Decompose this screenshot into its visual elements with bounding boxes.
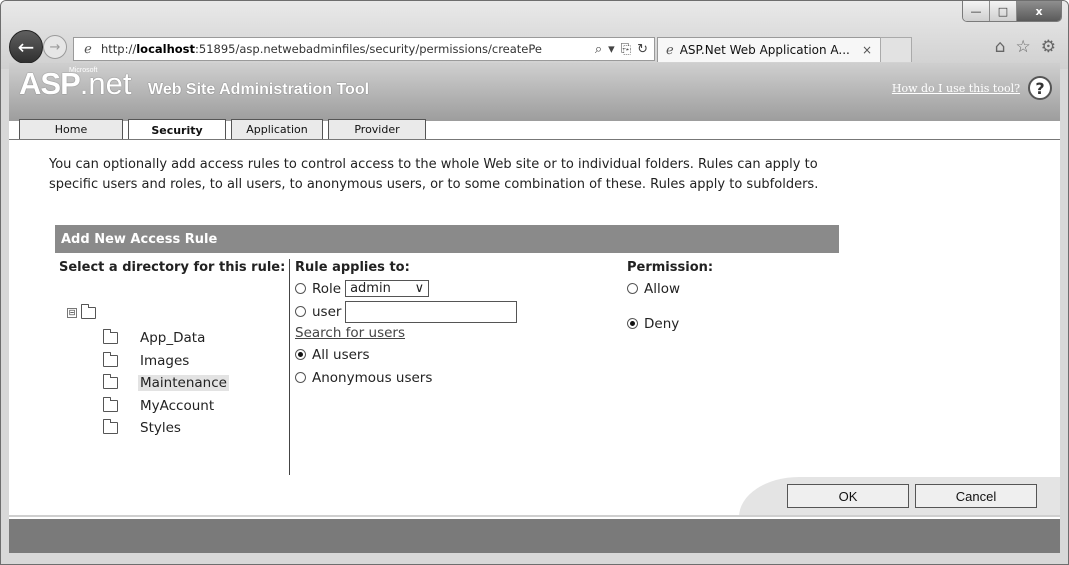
folder-label: App_Data <box>140 330 206 347</box>
address-tools: ⌕ ▾ ⎘ ↻ <box>595 42 654 57</box>
rule-column: Rule applies to: Role admin ∨ user Search… <box>295 259 615 389</box>
logo-microsoft: Microsoft <box>69 67 98 74</box>
tab-divider <box>9 139 1060 140</box>
favorites-star-icon[interactable]: ☆ <box>1016 37 1031 57</box>
footer-bar <box>9 519 1060 553</box>
arrow-right-icon: → <box>49 39 61 55</box>
directory-title: Select a directory for this rule: <box>59 260 286 275</box>
compatibility-view-icon[interactable]: ⎘ <box>621 42 631 57</box>
directory-column: Select a directory for this rule: ⊟ App_… <box>55 259 290 475</box>
admin-tabs: Home Security Application Provider <box>19 119 426 140</box>
chevron-down-icon: ∨ <box>414 281 425 296</box>
folder-label: Styles <box>140 420 181 437</box>
collapse-icon[interactable]: ⊟ <box>67 308 77 318</box>
deny-radio[interactable] <box>627 318 638 329</box>
allow-label: Allow <box>644 280 681 297</box>
intro-text: You can optionally add access rules to c… <box>49 157 819 192</box>
app-title: Web Site Administration Tool <box>148 81 370 98</box>
role-select-value: admin <box>350 281 391 296</box>
address-bar[interactable]: ℯ http://localhost:51895/asp.netwebadmin… <box>73 37 655 61</box>
new-tab-button[interactable] <box>880 37 912 62</box>
admin-banner: ASP .net Microsoft Web Site Administratio… <box>9 63 1060 121</box>
maximize-button[interactable]: □ <box>989 1 1016 21</box>
rule-title: Rule applies to: <box>295 260 410 275</box>
anonymous-users-option: Anonymous users <box>295 366 615 389</box>
root-folder-icon <box>81 304 96 319</box>
folder-icon <box>103 396 118 412</box>
minimize-button[interactable]: — <box>963 1 989 21</box>
folder-label: Images <box>140 352 190 369</box>
help-link[interactable]: How do I use this tool? <box>892 82 1020 95</box>
ie-page-icon: ℯ <box>84 41 92 57</box>
browser-titlebar: — □ x ← → ℯ http://localhost:51895/asp.n… <box>1 1 1068 69</box>
window-controls: — □ x <box>962 1 1062 22</box>
browser-toolbar-icons: ⌂ ☆ ⚙ <box>995 37 1056 57</box>
role-label: Role <box>312 280 342 297</box>
role-option: Role admin ∨ <box>295 277 615 300</box>
footer-divider <box>9 515 1060 517</box>
deny-label: Deny <box>644 315 680 332</box>
tab-title: ASP.Net Web Application A... <box>679 43 850 57</box>
folder-label: Maintenance <box>138 375 229 392</box>
user-label: user <box>312 303 342 320</box>
folder-icon <box>103 374 118 390</box>
dropdown-icon[interactable]: ▾ <box>608 42 615 57</box>
all-users-label: All users <box>312 346 370 363</box>
folder-icon <box>103 351 118 367</box>
user-input[interactable] <box>345 300 518 323</box>
close-tab-icon[interactable]: × <box>862 43 880 57</box>
search-icon[interactable]: ⌕ <box>595 42 602 57</box>
folder-item-images[interactable]: Images <box>103 350 229 373</box>
folder-item-app-data[interactable]: App_Data <box>103 327 229 350</box>
tab-application[interactable]: Application <box>231 119 323 139</box>
arrow-left-icon: ← <box>17 35 35 59</box>
refresh-icon[interactable]: ↻ <box>637 42 648 57</box>
folder-item-styles[interactable]: Styles <box>103 417 229 440</box>
url-text[interactable]: http://localhost:51895/asp.netwebadminfi… <box>101 42 595 56</box>
permission-column: Permission: Allow Deny <box>627 259 827 335</box>
deny-option: Deny <box>627 312 827 335</box>
allow-option: Allow <box>627 277 827 300</box>
search-users-link[interactable]: Search for users <box>295 323 615 343</box>
settings-gear-icon[interactable]: ⚙ <box>1041 37 1056 57</box>
aspnet-logo: ASP .net Microsoft <box>19 67 131 99</box>
url-prefix: http:// <box>101 42 137 56</box>
folder-icon <box>103 329 118 345</box>
role-select[interactable]: admin ∨ <box>345 280 430 297</box>
allow-radio[interactable] <box>627 283 638 294</box>
browser-tab[interactable]: ℯ ASP.Net Web Application A... × <box>657 37 881 62</box>
back-button[interactable]: ← <box>9 30 43 64</box>
ie-tab-icon: ℯ <box>666 42 674 58</box>
help-icon[interactable]: ? <box>1028 76 1052 100</box>
folder-label: MyAccount <box>140 397 215 414</box>
all-users-option: All users <box>295 343 615 366</box>
close-window-button[interactable]: x <box>1016 1 1061 21</box>
permission-title: Permission: <box>627 260 714 275</box>
user-option: user <box>295 300 615 323</box>
all-users-radio[interactable] <box>295 349 306 360</box>
url-host: localhost <box>136 42 196 56</box>
forward-button[interactable]: → <box>43 35 67 59</box>
page-content: ASP .net Microsoft Web Site Administratio… <box>9 63 1060 553</box>
tab-security[interactable]: Security <box>128 119 226 140</box>
url-path: :51895/asp.netwebadminfiles/security/per… <box>195 42 542 56</box>
cancel-button[interactable]: Cancel <box>915 484 1037 508</box>
folder-item-maintenance[interactable]: Maintenance <box>103 372 229 395</box>
tab-provider[interactable]: Provider <box>328 119 426 139</box>
role-radio[interactable] <box>295 283 306 294</box>
panel-title: Add New Access Rule <box>55 225 839 253</box>
user-radio[interactable] <box>295 306 306 317</box>
folder-list: App_Data Images Maintenance MyAccount St… <box>103 327 229 440</box>
browser-window: — □ x ← → ℯ http://localhost:51895/asp.n… <box>0 0 1069 565</box>
tree-root[interactable]: ⊟ <box>67 304 96 319</box>
anonymous-users-label: Anonymous users <box>312 369 433 386</box>
tab-home[interactable]: Home <box>19 119 123 139</box>
folder-icon <box>103 419 118 435</box>
home-icon[interactable]: ⌂ <box>995 37 1006 57</box>
ok-button[interactable]: OK <box>787 484 909 508</box>
folder-item-myaccount[interactable]: MyAccount <box>103 395 229 418</box>
anonymous-users-radio[interactable] <box>295 372 306 383</box>
